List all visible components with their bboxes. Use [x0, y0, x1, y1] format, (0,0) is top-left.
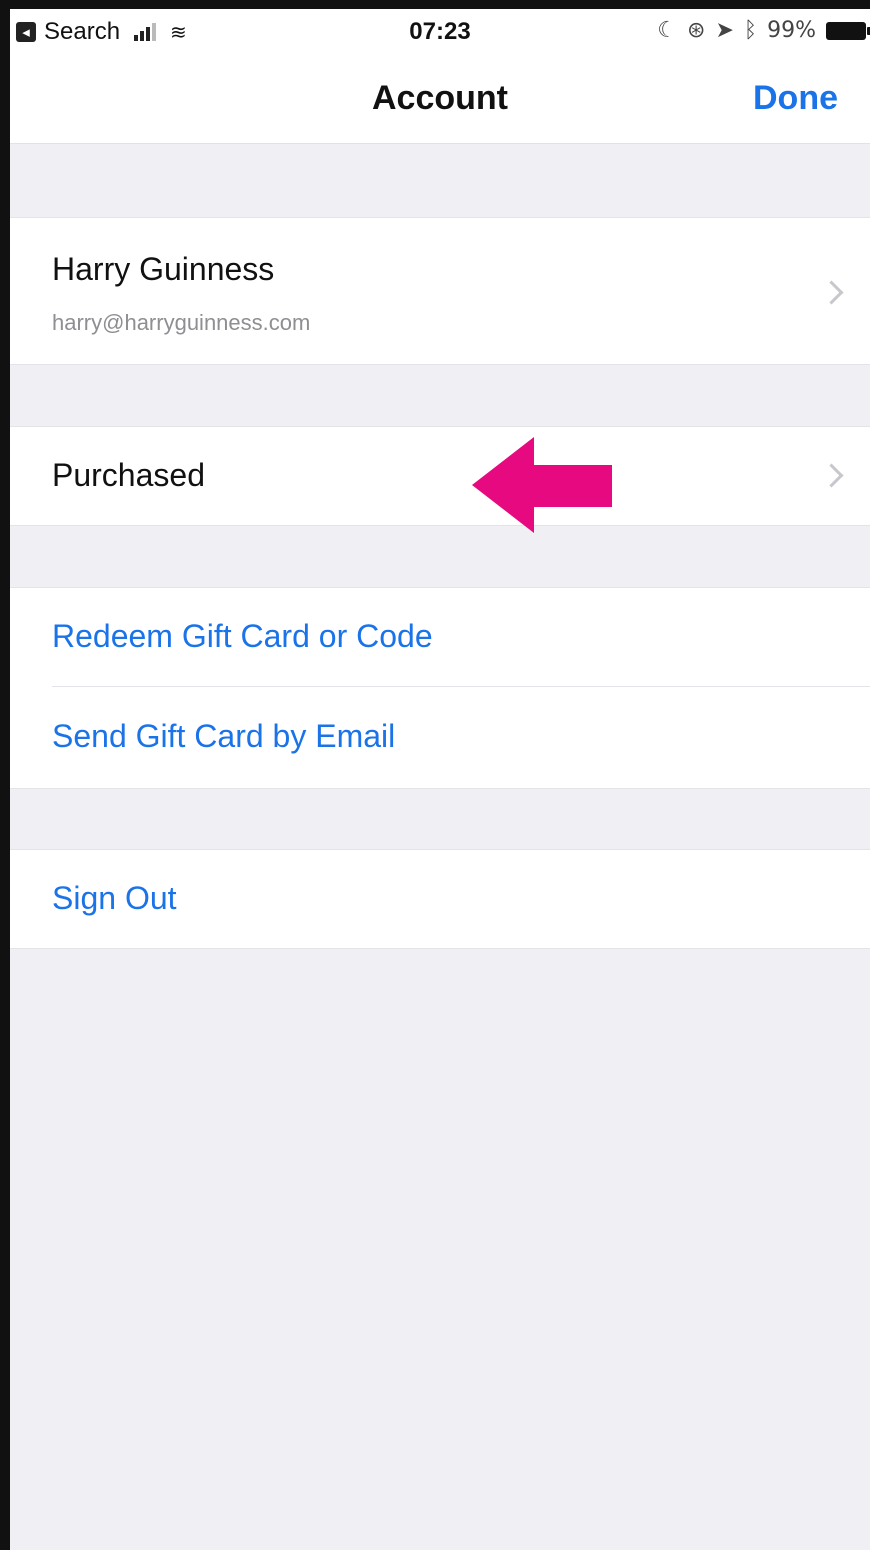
- do-not-disturb-icon: ☾: [657, 18, 678, 43]
- battery-icon: [826, 21, 870, 40]
- navigation-bar: Account Done: [10, 55, 870, 144]
- purchased-row[interactable]: Purchased: [10, 426, 870, 526]
- bluetooth-icon: ᛒ: [743, 18, 758, 43]
- battery-percent: 99%: [767, 18, 816, 43]
- page-title: Account: [372, 79, 508, 117]
- row-divider: [52, 686, 870, 687]
- account-email: harry@harryguinness.com: [52, 310, 311, 335]
- account-name: Harry Guinness: [52, 251, 275, 287]
- gift-card-group: Redeem Gift Card or Code Send Gift Card …: [10, 587, 870, 789]
- orientation-lock-icon: ⊛: [687, 18, 706, 43]
- phone-screen: ◂ Search ≋ 07:23 ☾ ⊛ ➤ ᛒ 99% Account Don…: [0, 0, 870, 1550]
- chevron-right-icon: [819, 463, 844, 488]
- location-icon: ➤: [715, 18, 734, 43]
- chevron-right-icon: [819, 280, 844, 305]
- sign-out-row[interactable]: Sign Out: [10, 849, 870, 949]
- sign-out-button[interactable]: Sign Out: [52, 880, 177, 917]
- redeem-gift-card-link[interactable]: Redeem Gift Card or Code: [52, 618, 433, 655]
- status-indicators: ☾ ⊛ ➤ ᛒ 99%: [657, 18, 870, 43]
- send-gift-card-link[interactable]: Send Gift Card by Email: [52, 718, 395, 755]
- purchased-label: Purchased: [52, 457, 205, 493]
- annotation-arrow: [472, 437, 612, 533]
- done-button[interactable]: Done: [753, 79, 838, 118]
- status-bar: ◂ Search ≋ 07:23 ☾ ⊛ ➤ ᛒ 99%: [10, 9, 870, 55]
- account-row[interactable]: Harry Guinness harry@harryguinness.com: [10, 217, 870, 365]
- redeem-gift-card-row[interactable]: Redeem Gift Card or Code: [10, 588, 870, 688]
- send-gift-card-row[interactable]: Send Gift Card by Email: [10, 688, 870, 788]
